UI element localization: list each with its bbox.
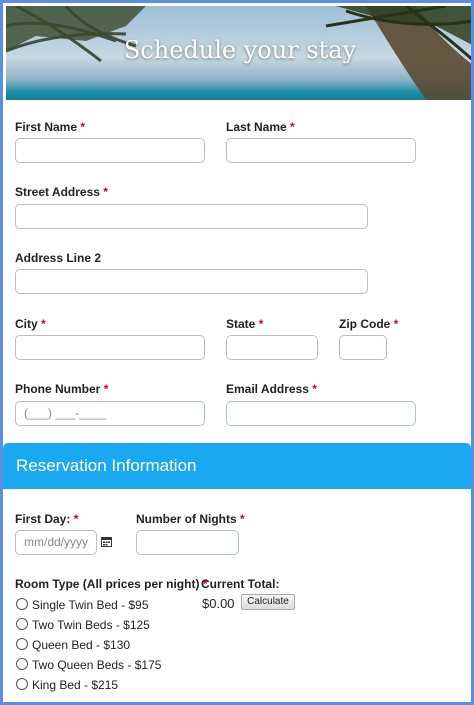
required-marker: * <box>290 120 295 134</box>
first-day-input[interactable]: mm/dd/yyyy <box>15 530 97 555</box>
room-option-queen[interactable]: Queen Bed - $130 <box>16 637 130 653</box>
street-address-label-text: Street Address <box>15 185 100 199</box>
first-name-label: First Name * <box>15 120 85 134</box>
last-name-input[interactable] <box>226 138 416 163</box>
number-of-nights-label-text: Number of Nights <box>136 512 237 526</box>
phone-number-label: Phone Number * <box>15 382 108 396</box>
zip-code-input[interactable] <box>339 335 387 360</box>
required-marker: * <box>103 185 108 199</box>
reservation-section-header: Reservation Information <box>3 443 471 489</box>
room-option-single-twin[interactable]: Single Twin Bed - $95 <box>16 597 149 613</box>
radio-button[interactable] <box>16 638 28 650</box>
radio-button[interactable] <box>16 618 28 630</box>
required-marker: * <box>393 317 399 331</box>
current-total-value: $0.00 <box>202 596 235 611</box>
room-type-label: Room Type (All prices per night) * <box>15 577 207 591</box>
address-line-2-label: Address Line 2 <box>15 251 101 265</box>
reservation-section-title: Reservation Information <box>16 456 197 475</box>
last-name-label-text: Last Name <box>226 120 287 134</box>
form-frame: Schedule your stay First Name * Last Nam… <box>0 0 474 705</box>
radio-button[interactable] <box>16 658 28 670</box>
phone-number-input[interactable]: (___) ___-____ <box>15 401 205 426</box>
room-option-label: Two Twin Beds - $125 <box>32 618 150 632</box>
first-name-label-text: First Name <box>15 120 78 134</box>
room-option-king[interactable]: King Bed - $215 <box>16 677 118 693</box>
room-option-label: King Bed - $215 <box>32 678 119 692</box>
radio-button[interactable] <box>16 598 28 610</box>
required-marker: * <box>41 317 46 331</box>
state-input[interactable] <box>226 335 318 360</box>
number-of-nights-label: Number of Nights * <box>136 512 245 526</box>
hero-banner: Schedule your stay <box>6 6 471 100</box>
room-option-label: Queen Bed - $130 <box>32 638 131 652</box>
zip-code-label: Zip Code * <box>339 317 398 331</box>
number-of-nights-input[interactable] <box>136 530 239 555</box>
radio-button[interactable] <box>16 678 28 690</box>
city-label: City * <box>15 317 46 331</box>
email-address-label: Email Address * <box>226 382 317 396</box>
required-marker: * <box>258 317 264 331</box>
zip-code-label-text: Zip Code <box>339 317 391 331</box>
page-title: Schedule your stay <box>123 36 357 64</box>
required-marker: * <box>73 512 79 526</box>
phone-number-label-text: Phone Number <box>15 382 101 396</box>
first-day-label-text: First Day: <box>15 512 71 526</box>
required-marker: * <box>312 382 317 396</box>
required-marker: * <box>103 382 109 396</box>
current-total-label: Current Total: <box>201 577 280 591</box>
street-address-label: Street Address * <box>15 185 108 199</box>
required-marker: * <box>80 120 86 134</box>
email-address-label-text: Email Address <box>226 382 309 396</box>
state-label-text: State <box>226 317 256 331</box>
room-option-two-twin[interactable]: Two Twin Beds - $125 <box>16 617 150 633</box>
calculate-button[interactable]: Calculate <box>241 594 295 610</box>
street-address-input[interactable] <box>15 204 368 229</box>
room-option-two-queen[interactable]: Two Queen Beds - $175 <box>16 657 161 673</box>
calendar-icon[interactable] <box>101 536 112 547</box>
room-option-label: Two Queen Beds - $175 <box>32 658 162 672</box>
first-name-input[interactable] <box>15 138 205 163</box>
city-input[interactable] <box>15 335 205 360</box>
city-label-text: City <box>15 317 38 331</box>
room-option-label: Single Twin Bed - $95 <box>32 598 149 612</box>
room-type-label-text: Room Type (All prices per night) <box>15 577 200 591</box>
address-line-2-label-text: Address Line 2 <box>15 251 102 265</box>
address-line-2-input[interactable] <box>15 269 368 294</box>
last-name-label: Last Name * <box>226 120 295 134</box>
email-address-input[interactable] <box>226 401 416 426</box>
first-day-label: First Day: * <box>15 512 78 526</box>
required-marker: * <box>240 512 245 526</box>
state-label: State * <box>226 317 263 331</box>
